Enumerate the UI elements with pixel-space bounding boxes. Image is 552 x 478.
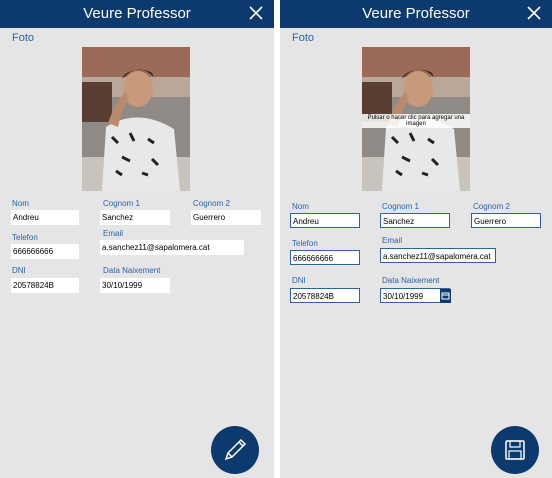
email-value: a.sanchez11@sapalomera.cat [100, 240, 244, 255]
cognom1-input[interactable]: Sanchez [380, 213, 450, 228]
email-input[interactable]: a.sanchez11@sapalomera.cat [380, 248, 496, 263]
cognom1-label: Cognom 1 [382, 202, 419, 211]
cognom2-input[interactable]: Guerrero [471, 213, 541, 228]
cognom2-label: Cognom 2 [193, 199, 230, 208]
photo-hint: Pulsar o hacer clic para agregar una ima… [362, 114, 470, 128]
dni-label: DNI [292, 276, 306, 285]
nom-label: Nom [12, 199, 29, 208]
nom-input[interactable]: Andreu [290, 213, 360, 228]
data-naixement-label: Data Naixement [103, 266, 161, 275]
cognom1-value: Sanchez [100, 210, 170, 225]
professor-photo [82, 47, 190, 191]
nom-label: Nom [292, 202, 309, 211]
data-naixement-value: 30/10/1999 [100, 278, 170, 293]
dni-value: 20578824B [11, 278, 79, 293]
edit-professor-panel: Veure Professor Foto Pulsar o hacer clic… [280, 0, 552, 478]
save-button[interactable] [491, 426, 539, 474]
email-label: Email [103, 229, 124, 238]
close-icon[interactable] [248, 5, 264, 21]
telefon-value: 666666666 [11, 244, 79, 259]
edit-button[interactable] [211, 426, 259, 474]
telefon-input[interactable]: 666666666 [290, 250, 360, 265]
calendar-icon[interactable] [440, 289, 451, 303]
email-label: Email [382, 236, 403, 245]
telefon-label: Telefon [12, 233, 38, 242]
save-floppy-icon [505, 440, 525, 460]
close-icon[interactable] [526, 5, 542, 21]
professor-photo-upload[interactable]: Pulsar o hacer clic para agregar una ima… [362, 47, 470, 191]
dni-label: DNI [12, 266, 26, 275]
view-professor-panel: Veure Professor Foto Nom Andreu Cognom 1… [0, 0, 274, 478]
pencil-icon [224, 438, 247, 461]
page-title: Veure Professor [83, 5, 191, 22]
foto-label: Foto [12, 32, 35, 44]
data-naixement-label: Data Naixement [382, 276, 440, 285]
foto-label: Foto [292, 32, 315, 44]
page-title: Veure Professor [362, 5, 470, 22]
cognom1-label: Cognom 1 [103, 199, 140, 208]
header-bar: Veure Professor [280, 0, 552, 28]
cognom2-label: Cognom 2 [473, 202, 510, 211]
dni-input[interactable]: 20578824B [290, 288, 360, 303]
header-bar: Veure Professor [0, 0, 274, 28]
cognom2-value: Guerrero [191, 210, 261, 225]
nom-value: Andreu [11, 210, 79, 225]
telefon-label: Telefon [292, 239, 318, 248]
